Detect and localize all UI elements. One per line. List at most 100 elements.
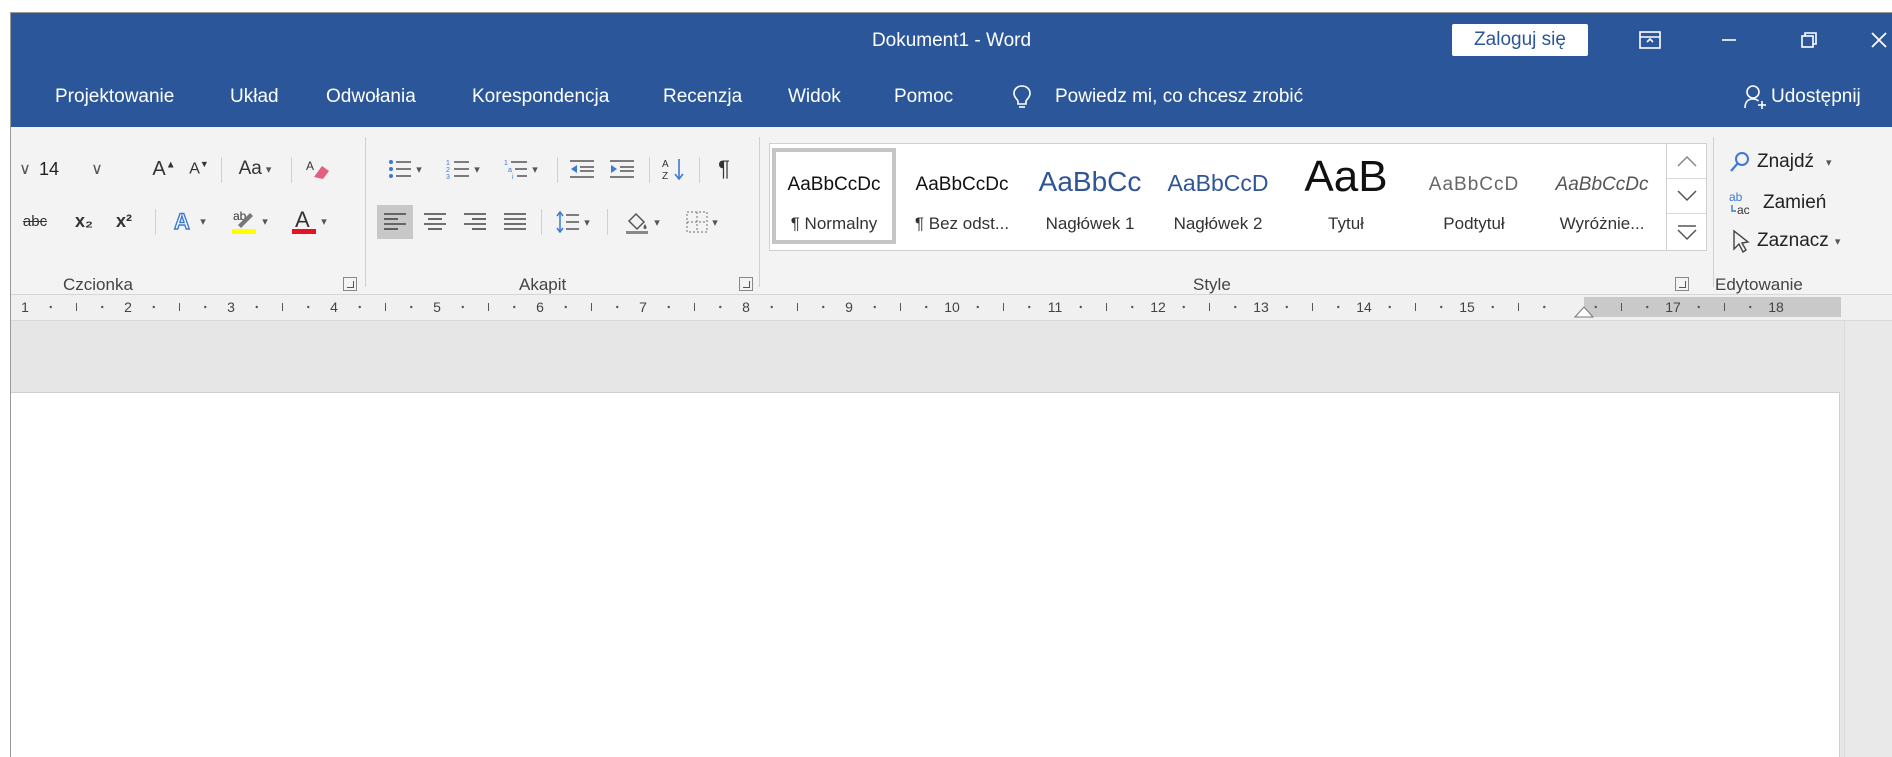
ruler-margin: [1584, 297, 1841, 317]
line-spacing-button[interactable]: [547, 205, 599, 239]
align-left-button[interactable]: [377, 205, 413, 239]
ruler-dot: [1594, 305, 1597, 309]
restore-icon: [1801, 32, 1817, 48]
svg-text:A: A: [174, 209, 190, 234]
share-person-icon: [1744, 85, 1766, 109]
replace-button[interactable]: ab ac Zamień: [1729, 190, 1826, 216]
style-normal[interactable]: AaBbCcDc ¶ Normalny: [772, 148, 896, 244]
numbering-button[interactable]: 1 2 3: [437, 153, 489, 185]
share-button[interactable]: Udostępnij: [1771, 86, 1861, 108]
style-sample: AaBbCcDc: [915, 174, 1009, 195]
restore-button[interactable]: [1779, 21, 1839, 59]
text-effects-icon: A: [174, 208, 191, 234]
divider: [607, 209, 608, 235]
tab-recenzja[interactable]: Recenzja: [663, 86, 742, 108]
superscript-button[interactable]: x²: [107, 205, 141, 237]
bullets-button[interactable]: [379, 153, 431, 185]
tab-pomoc[interactable]: Pomoc: [894, 86, 953, 108]
styles-group-label: Style: [1193, 275, 1231, 294]
tab-korespondencja[interactable]: Korespondencja: [472, 86, 609, 108]
pilcrow-icon: ¶: [718, 156, 730, 181]
font-color-button[interactable]: A: [283, 205, 335, 237]
ruler-dot: [152, 305, 155, 309]
svg-text:ac: ac: [1737, 203, 1750, 216]
ruler-dot: [564, 305, 567, 309]
strikethrough-button[interactable]: abc: [11, 205, 59, 237]
chevron-down-icon[interactable]: ∨: [11, 159, 39, 179]
grow-font-button[interactable]: A▲: [149, 153, 179, 185]
tab-widok[interactable]: Widok: [788, 86, 841, 108]
superscript-label: x²: [115, 210, 132, 231]
ruler-dot: [1440, 305, 1443, 309]
gallery-scroll: [1666, 144, 1706, 250]
tab-uklad[interactable]: Układ: [230, 86, 279, 108]
select-button[interactable]: Zaznacz ▾: [1729, 229, 1840, 253]
highlight-color-button[interactable]: ab: [221, 205, 277, 237]
align-center-button[interactable]: [417, 205, 453, 239]
ruler-label: 3: [227, 299, 235, 315]
styles-dialog-launcher[interactable]: [1675, 277, 1689, 291]
minimize-button[interactable]: [1699, 21, 1759, 59]
tab-projektowanie[interactable]: Projektowanie: [55, 86, 174, 108]
shrink-font-button[interactable]: A▼: [184, 153, 214, 185]
chevron-up-icon: [1676, 155, 1697, 167]
tell-me-search[interactable]: Powiedz mi, co chcesz zrobić: [1055, 86, 1303, 108]
svg-text:1: 1: [504, 160, 508, 167]
decrease-indent-button[interactable]: [565, 153, 599, 185]
style-title[interactable]: AaB Tytuł: [1284, 148, 1408, 244]
ruler-dot: [770, 305, 773, 309]
style-no-spacing[interactable]: AaBbCcDc ¶ Bez odst...: [900, 148, 1024, 244]
style-subtitle[interactable]: AaBbCcD Podtytuł: [1412, 148, 1536, 244]
multilevel-list-button[interactable]: 1 a i: [495, 153, 547, 185]
grow-font-icon: A▲: [152, 157, 176, 180]
ruler-label: 17: [1665, 299, 1681, 315]
font-dialog-launcher[interactable]: [343, 277, 357, 291]
paragraph-dialog-launcher[interactable]: [739, 277, 753, 291]
find-label: Znajdź: [1757, 151, 1815, 172]
sign-in-button[interactable]: Zaloguj się: [1452, 24, 1588, 56]
ruler-label: 13: [1253, 299, 1269, 315]
divider: [699, 157, 700, 183]
tab-odwolania[interactable]: Odwołania: [326, 86, 416, 108]
style-heading-2[interactable]: AaBbCcD Nagłówek 2: [1156, 148, 1280, 244]
gallery-scroll-up-button[interactable]: [1667, 144, 1706, 179]
sort-button[interactable]: A Z: [657, 153, 691, 185]
expand-gallery-icon: [1676, 224, 1697, 240]
style-heading-1[interactable]: AaBbCc Nagłówek 1: [1028, 148, 1152, 244]
ruler-dot: [1285, 305, 1288, 309]
horizontal-ruler[interactable]: 1 2 3 4 5 6 7 8 9 10 11 12 13 14 15 17 18: [11, 295, 1892, 321]
ribbon-display-options-button[interactable]: [1620, 21, 1680, 59]
font-size-combo[interactable]: ∨ 14 ∨: [11, 151, 141, 187]
multilevel-list-icon: 1 a i: [504, 160, 528, 180]
clear-formatting-button[interactable]: A: [301, 153, 335, 185]
close-button[interactable]: [1849, 21, 1892, 59]
gallery-scroll-down-button[interactable]: [1667, 179, 1706, 214]
justify-button[interactable]: [497, 205, 533, 239]
text-effects-button[interactable]: A: [163, 205, 215, 237]
find-button[interactable]: Znajdź ▾: [1729, 151, 1832, 173]
vertical-scrollbar[interactable]: [1844, 321, 1892, 757]
svg-text:2: 2: [446, 167, 450, 174]
font-size-value: 14: [39, 158, 60, 179]
show-formatting-button[interactable]: ¶: [707, 153, 741, 185]
shading-button[interactable]: [615, 205, 669, 239]
align-right-button[interactable]: [457, 205, 493, 239]
ruler-dot: [1697, 305, 1700, 309]
style-sample: AaBbCcDc: [787, 174, 881, 195]
borders-button[interactable]: [675, 205, 729, 239]
minimize-icon: [1722, 39, 1736, 41]
document-page[interactable]: [11, 392, 1840, 757]
ruler-dot: [358, 305, 361, 309]
increase-indent-icon: [610, 160, 634, 178]
increase-indent-button[interactable]: [605, 153, 639, 185]
close-icon: [1871, 32, 1887, 48]
subscript-button[interactable]: x₂: [67, 205, 101, 237]
gallery-more-button[interactable]: [1667, 214, 1706, 249]
style-subtle-emphasis[interactable]: AaBbCcDc Wyróżnie...: [1540, 148, 1664, 244]
divider: [541, 209, 542, 235]
justify-icon: [504, 213, 526, 230]
editing-group-label: Edytowanie: [1715, 275, 1803, 294]
change-case-button[interactable]: Aa: [229, 153, 281, 185]
ruler-label: 10: [944, 299, 960, 315]
chevron-down-icon[interactable]: ∨: [83, 159, 111, 179]
